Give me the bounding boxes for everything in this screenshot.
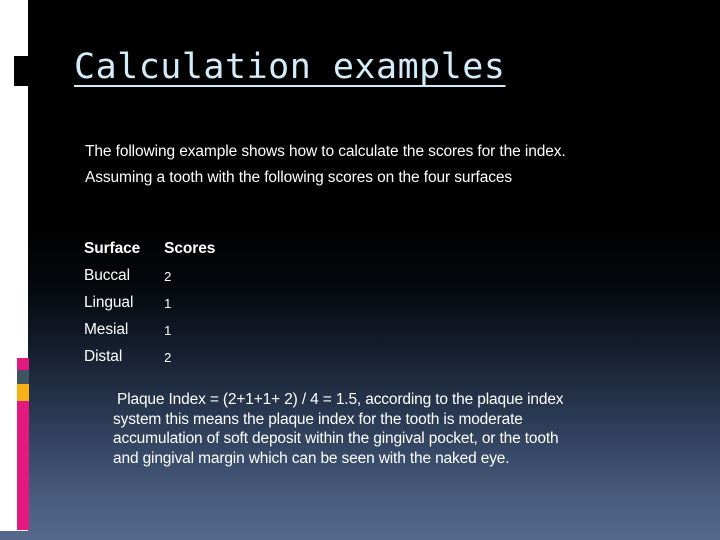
table-row: Mesial 1 [84, 321, 215, 348]
cell-surface: Mesial [84, 321, 129, 338]
left-rail-black-tab [14, 56, 28, 86]
conclusion-line: accumulation of soft deposit within the … [113, 430, 559, 447]
table-row: Buccal 2 [84, 267, 215, 294]
left-rail-chip-slate [17, 370, 29, 384]
cell-surface: Distal [84, 348, 123, 365]
left-rail-chip-amber [17, 384, 29, 401]
conclusion-line: Plaque Index = (2+1+1+ 2) / 4 = 1.5, acc… [117, 391, 564, 408]
conclusion-line: and gingival margin which can be seen wi… [113, 449, 510, 467]
cell-score: 2 [164, 268, 172, 284]
intro-paragraph: The following example shows how to calcu… [85, 139, 685, 191]
column-header-scores: Scores [164, 240, 216, 257]
surface-scores-table: Surface Scores Buccal 2 Lingual 1 Mesial… [84, 240, 215, 366]
cell-surface: Buccal [84, 267, 130, 284]
left-rail-chip-magenta-top [17, 358, 29, 370]
cell-score: 2 [164, 349, 172, 365]
slide-canvas: Calculation examples The following examp… [0, 0, 720, 540]
column-header-surface: Surface [84, 240, 141, 257]
intro-line: The following example shows how to calcu… [85, 143, 566, 160]
conclusion-paragraph: Plaque Index = (2+1+1+ 2) / 4 = 1.5, acc… [113, 390, 693, 468]
conclusion-line: system this means the plaque index for t… [113, 410, 523, 428]
cell-score: 1 [164, 322, 172, 338]
cell-score: 1 [164, 295, 172, 311]
left-rail-chip-magenta-long [17, 401, 29, 530]
intro-line: Assuming a tooth with the following scor… [85, 169, 513, 186]
slide-title: Calculation examples [74, 47, 506, 87]
table-row: Lingual 1 [84, 294, 215, 321]
table-header-row: Surface Scores [84, 240, 215, 267]
cell-surface: Lingual [84, 294, 134, 311]
table-row: Distal 2 [84, 348, 215, 366]
